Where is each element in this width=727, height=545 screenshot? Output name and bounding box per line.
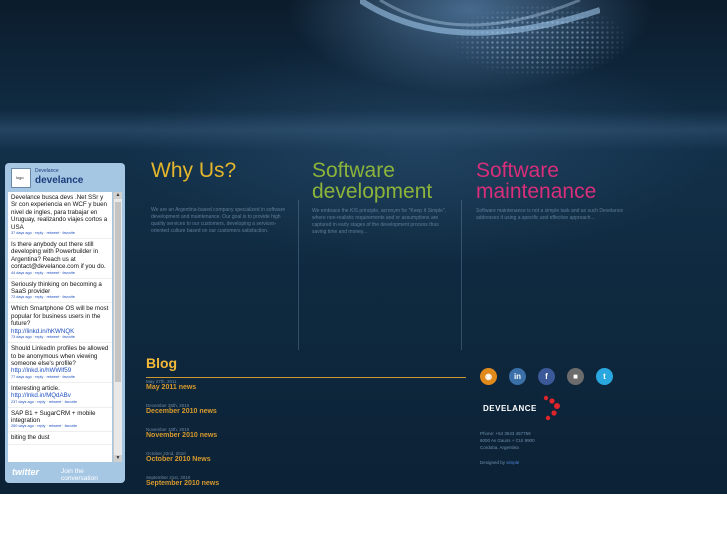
- tweet-meta[interactable]: 237 days ago · reply · retweet · favorit…: [11, 400, 109, 405]
- twitter-logo[interactable]: twitter: [12, 467, 39, 477]
- list-item: biting the dust: [8, 432, 112, 445]
- twitter-widget-header: logo Develance develance: [8, 166, 122, 190]
- blog-post[interactable]: May 27th, 2011 May 2011 news: [146, 379, 196, 391]
- contact-address: 6000 Av Gauss + CUI 9900: [480, 438, 535, 443]
- list-item: Is there anybody out there still develop…: [8, 239, 112, 279]
- scroll-down-icon[interactable]: ▼: [114, 455, 122, 462]
- blog-post-title[interactable]: September 2010 news: [146, 480, 219, 487]
- scroll-thumb[interactable]: [115, 202, 121, 382]
- twitter-widget-footer: twitter Join the conversation: [8, 464, 122, 482]
- list-item: Which Smartphone OS will be most popular…: [8, 303, 112, 344]
- blog-post-title[interactable]: May 2011 news: [146, 384, 196, 391]
- column-divider: [298, 200, 299, 350]
- column-divider: [461, 200, 462, 350]
- blog-post-title[interactable]: October 2010 News: [146, 456, 211, 463]
- facebook-icon[interactable]: f: [538, 368, 555, 385]
- software-development-text: We embrace the KIS principle, acronym fo…: [312, 208, 447, 235]
- develance-logo-mark: [543, 395, 560, 421]
- list-item: Interesting article. http://lnkd.in/MQdA…: [8, 383, 112, 408]
- blog-section: Blog May 27th, 2011 May 2011 news Decemb…: [146, 355, 466, 487]
- blog-post-title[interactable]: November 2010 news: [146, 432, 217, 439]
- tweet-link[interactable]: http://linkd.in/hKWNQK: [11, 328, 109, 335]
- contact-phone: Phone: +54 3543 457759: [480, 431, 531, 436]
- blog-post[interactable]: November 10th, 2010 November 2010 news: [146, 427, 217, 439]
- scroll-up-icon[interactable]: ▲: [114, 192, 122, 199]
- tweet-feed[interactable]: Develance busca devs .Net SSr y Sr con e…: [8, 192, 112, 462]
- blog-post[interactable]: September 21st, 2010 September 2010 news: [146, 475, 219, 487]
- avatar[interactable]: logo: [11, 168, 31, 188]
- software-maintenance-section: Software maintenance Software maintenanc…: [476, 160, 626, 222]
- tweet-link[interactable]: http://lnkd.in/hWWlf59: [11, 367, 109, 374]
- tweet-meta[interactable]: 37 days ago · reply · retweet · favorite: [11, 231, 109, 236]
- blog-post[interactable]: October 22nd, 2010 October 2010 News: [146, 451, 211, 463]
- join-conversation-link[interactable]: Join the conversation: [61, 468, 122, 482]
- twitter-account-name[interactable]: develance: [35, 175, 83, 186]
- tweet-meta[interactable]: 260 days ago · reply · retweet · favorit…: [11, 424, 109, 429]
- why-us-section: Why Us? We are an Argentina-based compan…: [151, 160, 291, 235]
- blog-rule: [146, 377, 466, 378]
- twitter-icon[interactable]: t: [596, 368, 613, 385]
- why-us-text: We are an Argentina-based company specia…: [151, 207, 286, 234]
- rss-icon[interactable]: ◉: [480, 368, 497, 385]
- software-development-title: Software development: [312, 159, 433, 203]
- linkedin-icon[interactable]: in: [509, 368, 526, 385]
- tweet-link[interactable]: http://lnkd.in/MQdABv: [11, 392, 109, 399]
- software-development-section: Software development We embrace the KIS …: [312, 160, 452, 236]
- software-maintenance-text: Software maintenance is not a simple tas…: [476, 208, 624, 221]
- develance-logo: DEVELANCE: [483, 404, 537, 413]
- blog-title: Blog: [146, 355, 178, 371]
- blog-post-title[interactable]: December 2010 news: [146, 408, 217, 415]
- tweet-meta[interactable]: 77 days ago · reply · retweet · favorite: [11, 375, 109, 380]
- twitter-account-small[interactable]: Develance: [35, 168, 59, 174]
- contact-city: Cordoba, Argentina: [480, 445, 519, 450]
- tweet-meta[interactable]: 73 days ago · reply · retweet · favorite: [11, 335, 109, 340]
- why-us-title: Why Us?: [151, 159, 237, 182]
- list-item: Should LinkedIn profiles be allowed to b…: [8, 343, 112, 383]
- header-band: [0, 110, 727, 150]
- header-light-swoosh: [360, 0, 600, 36]
- tweet-scrollbar[interactable]: ▲ ▼: [113, 192, 122, 462]
- software-maintenance-title: Software maintenance: [476, 159, 597, 203]
- list-item: Seriously thinking on becoming a SaaS pr…: [8, 279, 112, 304]
- tweet-meta[interactable]: 44 days ago · reply · retweet · favorite: [11, 271, 109, 276]
- twitter-widget: logo Develance develance Develance busca…: [5, 163, 125, 483]
- list-item: SAP B1 + SugarCRM + mobile integration 2…: [8, 408, 112, 433]
- blog-post[interactable]: December 26th, 2010 December 2010 news: [146, 403, 217, 415]
- delicious-icon[interactable]: ■: [567, 368, 584, 385]
- designed-by: Designed by simple: [480, 460, 520, 465]
- designer-link[interactable]: simple: [506, 460, 519, 465]
- tweet-meta[interactable]: 72 days ago · reply · retweet · favorite: [11, 295, 109, 300]
- list-item: Develance busca devs .Net SSr y Sr con e…: [8, 192, 112, 240]
